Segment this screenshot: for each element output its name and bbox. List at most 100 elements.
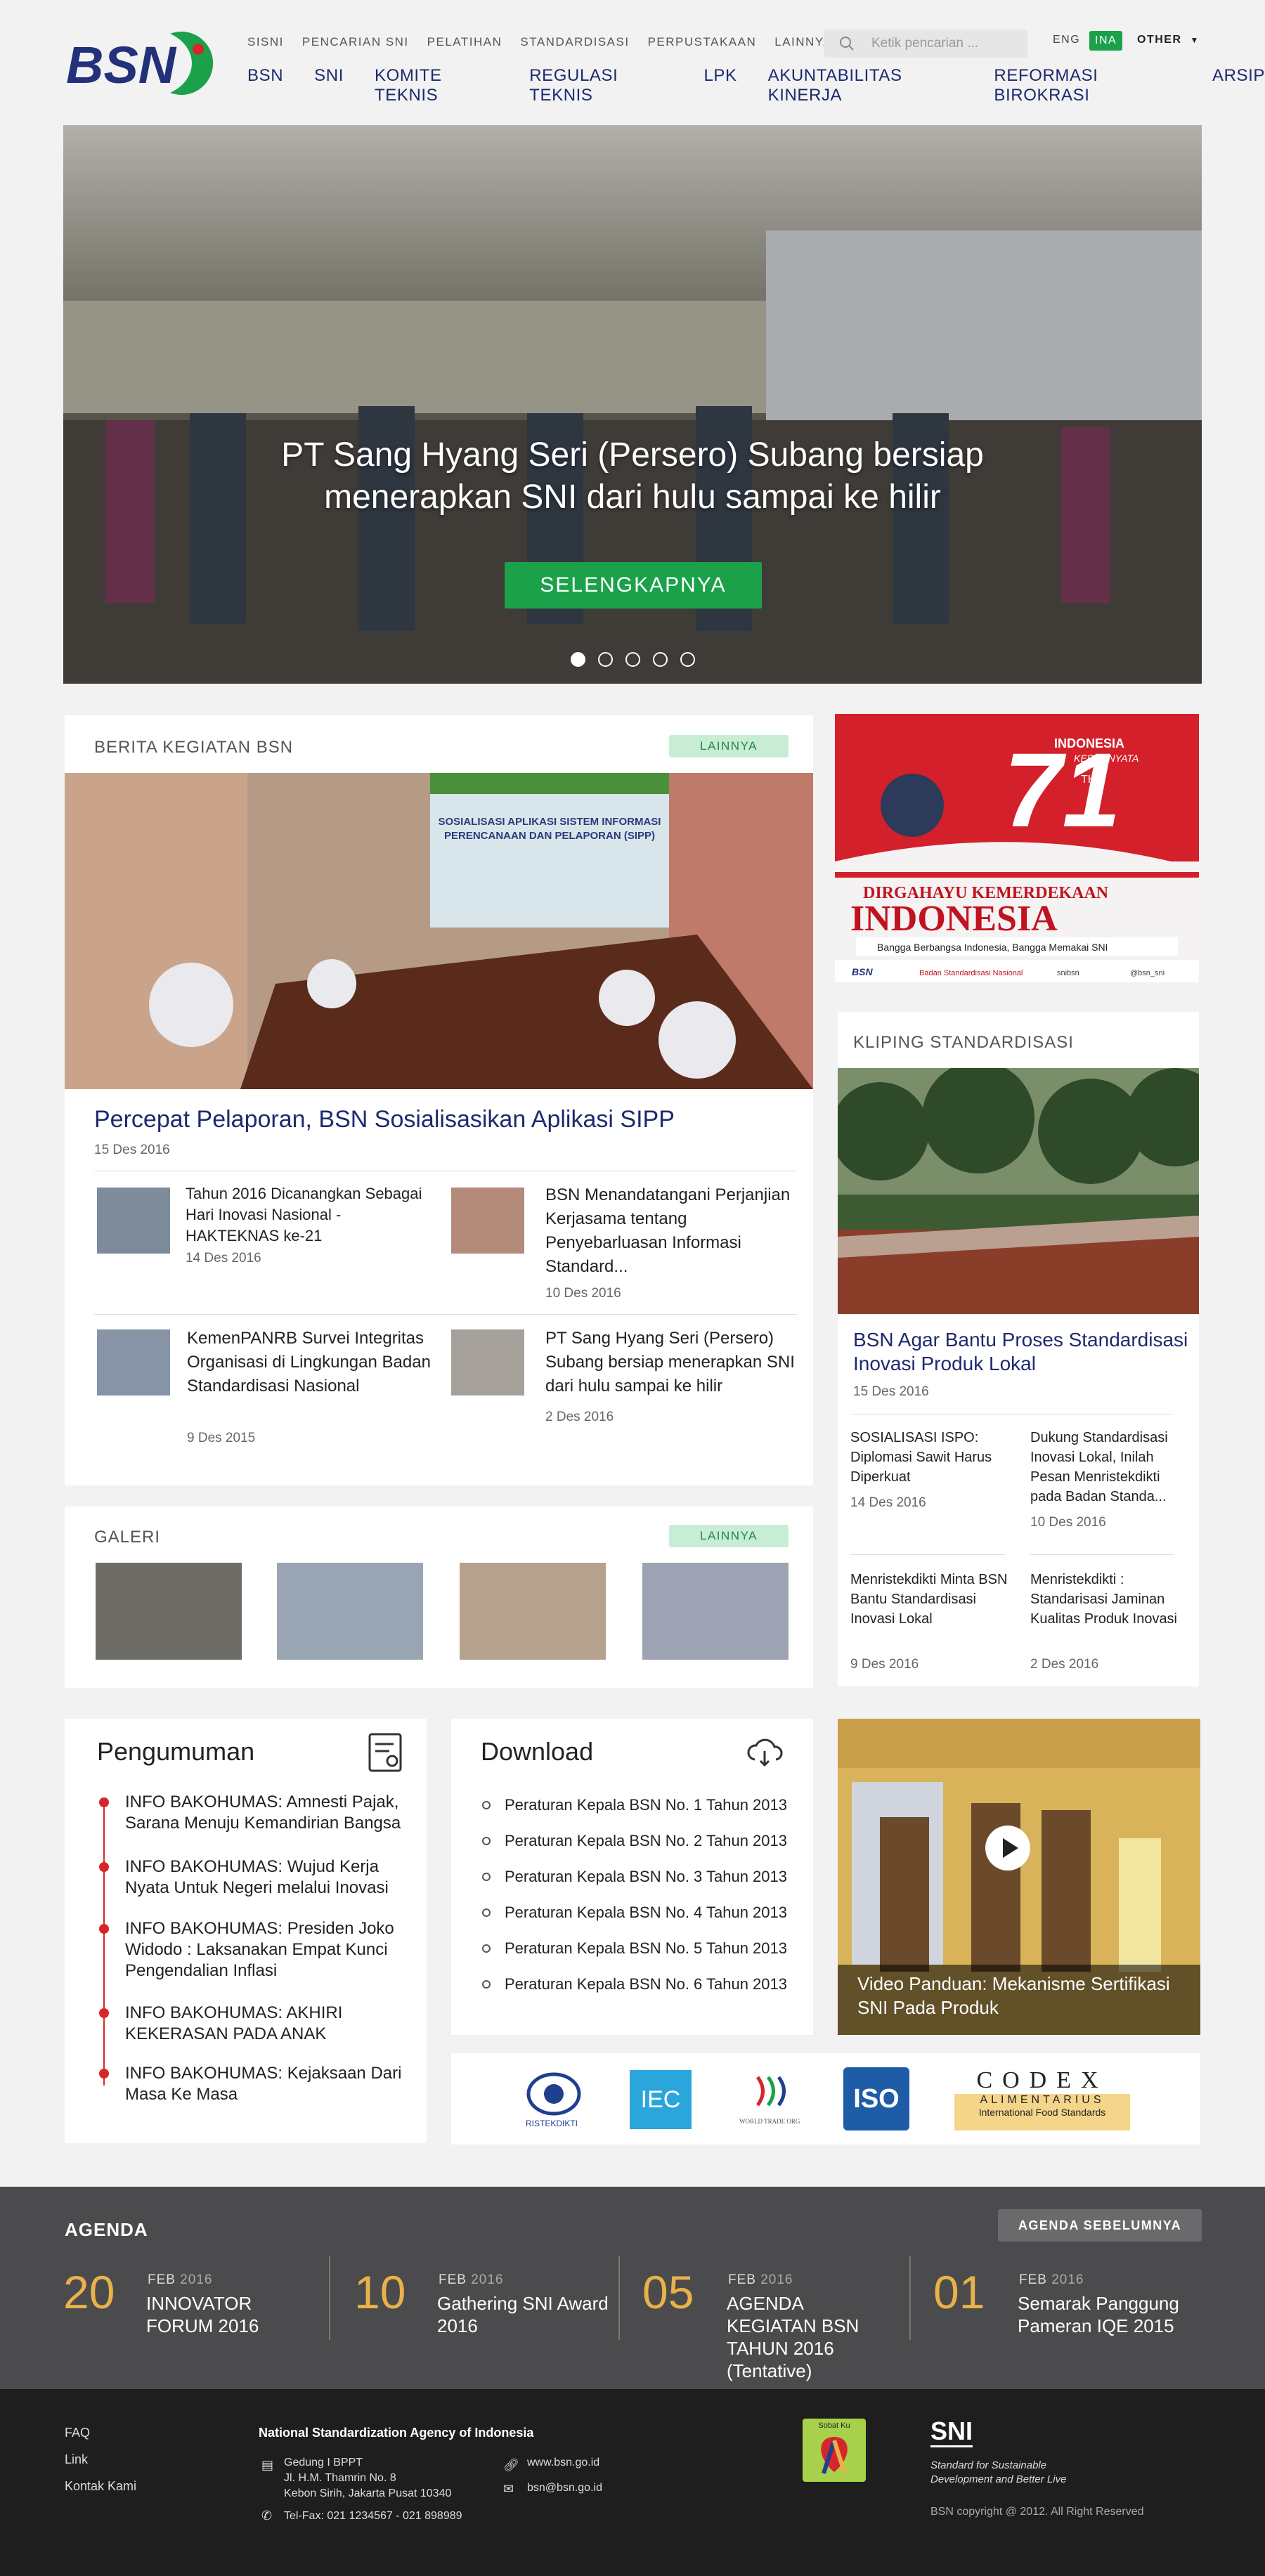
- video-card[interactable]: Video Panduan: Mekanisme Sertifikasi SNI…: [838, 1719, 1200, 2035]
- svg-text:INDONESIA: INDONESIA: [1054, 736, 1124, 750]
- nav-akuntabilitas-kinerja[interactable]: AKUNTABILITAS KINERJA: [768, 66, 964, 105]
- kliping-item-4-title[interactable]: Menristekdikti : Standarisasi Jaminan Ku…: [1030, 1570, 1192, 1629]
- news-item-3-title[interactable]: KemenPANRB Survei Integritas Organisasi …: [187, 1327, 433, 1398]
- other-menu[interactable]: OTHER ▼: [1137, 34, 1200, 46]
- download-item-4[interactable]: Peraturan Kepala BSN No. 4 Tahun 2013: [505, 1904, 787, 1922]
- gallery-photo-1[interactable]: [96, 1563, 242, 1660]
- kliping-image[interactable]: [838, 1068, 1199, 1314]
- news-headline-image[interactable]: SOSIALISASI APLIKASI SISTEM INFORMASI PE…: [65, 773, 813, 1089]
- play-button[interactable]: [985, 1826, 1030, 1871]
- hero-more-button[interactable]: SELENGKAPNYA: [505, 562, 762, 609]
- nav-bsn[interactable]: BSN: [247, 66, 283, 105]
- kliping-item-1-title[interactable]: SOSIALISASI ISPO: Diplomasi Sawit Harus …: [850, 1428, 1019, 1487]
- footer-address-1: Gedung I BPPT: [284, 2457, 363, 2468]
- svg-text:KERJA NYATA: KERJA NYATA: [1074, 753, 1138, 764]
- footer-link-contact[interactable]: Kontak Kami: [65, 2479, 136, 2494]
- news-headline[interactable]: Percepat Pelaporan, BSN Sosialisasikan A…: [94, 1106, 675, 1133]
- download-item-3[interactable]: Peraturan Kepala BSN No. 3 Tahun 2013: [505, 1868, 787, 1886]
- divider: [850, 1554, 1005, 1555]
- sobat-badge[interactable]: Sobat Ku: [803, 2419, 866, 2482]
- palm-oil-photo: [838, 1068, 1199, 1314]
- agenda-3-title[interactable]: AGENDA KEGIATAN BSN TAHUN 2016 (Tentativ…: [727, 2292, 895, 2382]
- video-title[interactable]: Video Panduan: Mekanisme Sertifikasi SNI…: [857, 1972, 1188, 2019]
- slider-dot-2[interactable]: [598, 652, 613, 667]
- news-item-2-title[interactable]: BSN Menandatangani Perjanjian Kerjasama …: [545, 1183, 798, 1279]
- news-thumb-2[interactable]: [451, 1188, 524, 1254]
- download-item-2[interactable]: Peraturan Kepala BSN No. 2 Tahun 2013: [505, 1832, 787, 1850]
- nav-komite-teknis[interactable]: KOMITE TEKNIS: [375, 66, 498, 105]
- news-item-4-title[interactable]: PT Sang Hyang Seri (Persero) Subang bers…: [545, 1327, 798, 1398]
- ristekdikti-logo[interactable]: RISTEKDIKTI: [519, 2064, 589, 2131]
- bullet-icon: [482, 1873, 491, 1881]
- lang-eng[interactable]: ENG: [1053, 34, 1080, 46]
- nav-arsip[interactable]: ARSIP: [1212, 66, 1265, 105]
- kliping-item-2-title[interactable]: Dukung Standardisasi Inovasi Lokal, Inil…: [1030, 1428, 1192, 1507]
- kliping-item-3-title[interactable]: Menristekdikti Minta BSN Bantu Standardi…: [850, 1570, 1019, 1629]
- lang-ina[interactable]: INA: [1089, 31, 1123, 51]
- news-more-button[interactable]: LAINNYA: [669, 735, 789, 757]
- news-item-1-title[interactable]: Tahun 2016 Dicanangkan Sebagai Hari Inov…: [186, 1183, 432, 1247]
- announcement-item-2[interactable]: INFO BAKOHUMAS: Wujud Kerja Nyata Untuk …: [125, 1856, 413, 1899]
- download-title: Download: [481, 1737, 594, 1766]
- agenda-1-title[interactable]: INNOVATOR FORUM 2016: [146, 2292, 322, 2337]
- slider-dot-4[interactable]: [653, 652, 668, 667]
- top-nav-pelatihan[interactable]: PELATIHAN: [427, 35, 502, 49]
- nav-reformasi-birokrasi[interactable]: REFORMASI BIROKRASI: [994, 66, 1181, 105]
- top-nav-perpustakaan[interactable]: PERPUSTAKAAN: [648, 35, 757, 49]
- footer-link-faq[interactable]: FAQ: [65, 2426, 90, 2440]
- kliping-headline[interactable]: BSN Agar Bantu Proses Standardisasi Inov…: [853, 1328, 1191, 1376]
- agenda-4-title[interactable]: Semarak Panggung Pameran IQE 2015: [1018, 2292, 1193, 2337]
- sni-logo: SNI: [930, 2417, 973, 2447]
- codex-logo[interactable]: CODEX ALIMENTARIUS International Food St…: [954, 2067, 1130, 2131]
- timeline-dot: [99, 1924, 109, 1934]
- nav-sni[interactable]: SNI: [314, 66, 344, 105]
- independence-banner[interactable]: 71 TH INDONESIA KERJA NYATA DIRGAHAYU KE…: [835, 714, 1199, 982]
- iec-logo[interactable]: IEC: [630, 2070, 692, 2129]
- search-input[interactable]: Ketik pencarian ...: [824, 30, 1027, 58]
- building-icon: ▤: [261, 2458, 274, 2472]
- announcement-item-1[interactable]: INFO BAKOHUMAS: Amnesti Pajak, Sarana Me…: [125, 1792, 413, 1834]
- gallery-photo-4[interactable]: [642, 1563, 789, 1660]
- iso-logo[interactable]: ISO: [843, 2067, 909, 2131]
- play-icon: [1003, 1838, 1018, 1858]
- footer-email[interactable]: bsn@bsn.go.id: [527, 2482, 602, 2494]
- gallery-photo-3[interactable]: [460, 1563, 606, 1660]
- bullet-icon: [482, 1944, 491, 1953]
- svg-text:WORLD TRADE ORGANIZATION: WORLD TRADE ORGANIZATION: [739, 2118, 800, 2125]
- cloud-download-icon[interactable]: [745, 1737, 784, 1768]
- gallery-photo-2[interactable]: [277, 1563, 423, 1660]
- slider-dot-5[interactable]: [680, 652, 695, 667]
- download-item-5[interactable]: Peraturan Kepala BSN No. 5 Tahun 2013: [505, 1939, 787, 1958]
- download-item-6[interactable]: Peraturan Kepala BSN No. 6 Tahun 2013: [505, 1975, 787, 1993]
- announcement-item-3[interactable]: INFO BAKOHUMAS: Presiden Joko Widodo : L…: [125, 1918, 413, 1982]
- codex-tagline: International Food Standards: [978, 2107, 1106, 2118]
- agenda-2-title[interactable]: Gathering SNI Award 2016: [437, 2292, 613, 2337]
- bullet-icon: [482, 1801, 491, 1809]
- slider-dot-1[interactable]: [571, 652, 585, 667]
- news-thumb-3[interactable]: [97, 1329, 170, 1396]
- top-nav: SISNI PENCARIAN SNI PELATIHAN STANDARDIS…: [247, 35, 887, 49]
- news-thumb-4[interactable]: [451, 1329, 524, 1396]
- download-item-1[interactable]: Peraturan Kepala BSN No. 1 Tahun 2013: [505, 1796, 787, 1814]
- timeline-line: [103, 1800, 105, 2086]
- nav-regulasi-teknis[interactable]: REGULASI TEKNIS: [529, 66, 673, 105]
- bsn-logo[interactable]: BSN: [65, 28, 231, 97]
- svg-text:Badan Standardisasi Nasional: Badan Standardisasi Nasional: [919, 969, 1023, 977]
- footer-web[interactable]: www.bsn.go.id: [527, 2457, 599, 2469]
- nav-lpk[interactable]: LPK: [703, 66, 737, 105]
- announcement-item-4[interactable]: INFO BAKOHUMAS: AKHIRI KEKERASAN PADA AN…: [125, 2003, 413, 2045]
- top-nav-sisni[interactable]: SISNI: [247, 35, 284, 49]
- news-headline-date: 15 Des 2016: [94, 1143, 170, 1157]
- agenda-section: AGENDA AGENDA SEBELUMNYA 20 FEB 2016 INN…: [0, 2187, 1265, 2389]
- footer-link-link[interactable]: Link: [65, 2452, 88, 2467]
- top-nav-standardisasi[interactable]: STANDARDISASI: [520, 35, 629, 49]
- slider-dot-3[interactable]: [625, 652, 640, 667]
- top-nav-pencarian-sni[interactable]: PENCARIAN SNI: [302, 35, 409, 49]
- hero-slider[interactable]: PT Sang Hyang Seri (Persero) Subang bers…: [63, 125, 1202, 684]
- wto-logo[interactable]: WORLD TRADE ORGANIZATION: [737, 2070, 800, 2129]
- agenda-2-month: FEB 2016: [439, 2272, 504, 2287]
- news-thumb-1[interactable]: [97, 1188, 170, 1254]
- announcement-item-5[interactable]: INFO BAKOHUMAS: Kejaksaan Dari Masa Ke M…: [125, 2063, 413, 2105]
- agenda-previous-button[interactable]: AGENDA SEBELUMNYA: [998, 2209, 1202, 2242]
- gallery-more-button[interactable]: LAINNYA: [669, 1525, 789, 1547]
